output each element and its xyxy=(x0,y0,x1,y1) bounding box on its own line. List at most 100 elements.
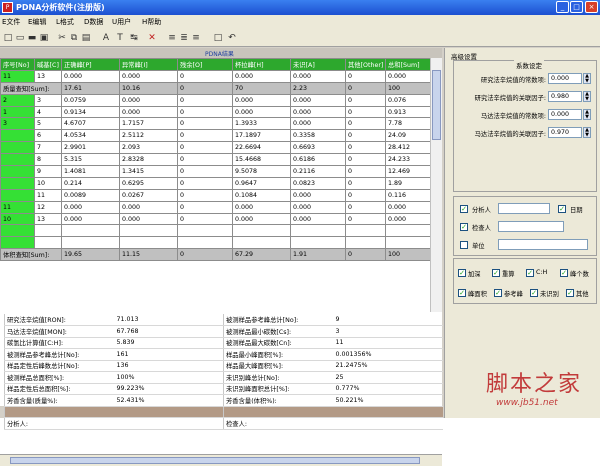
table-cell[interactable]: 17.61 xyxy=(61,81,120,95)
delete-icon[interactable]: ✕ xyxy=(146,32,158,44)
table-cell[interactable]: 4 xyxy=(34,105,62,119)
table-cell[interactable]: 13 xyxy=(34,69,62,83)
table-cell[interactable]: 19.65 xyxy=(61,248,120,262)
unit-input[interactable] xyxy=(498,239,588,250)
table-cell[interactable]: 1.3415 xyxy=(119,165,178,178)
table-cell[interactable] xyxy=(385,236,430,250)
table-cell[interactable]: 2.5112 xyxy=(119,129,178,143)
table-cell[interactable]: 0 xyxy=(345,153,386,167)
table-cell[interactable]: 0.6186 xyxy=(290,153,346,167)
column-header[interactable]: 正确峰[P] xyxy=(61,58,120,71)
table-row[interactable]: 2 3 0.0759 0.000 0 0.000 0.000 0 0.076 xyxy=(0,93,430,107)
table-cell[interactable] xyxy=(232,236,291,250)
table-cell[interactable]: 0 xyxy=(345,165,386,178)
column-header[interactable]: 总和[Sum] xyxy=(385,58,430,71)
table-cell[interactable]: 2.093 xyxy=(119,141,178,155)
copy-icon[interactable]: ⧉ xyxy=(68,32,80,44)
table-row[interactable]: 11 13 0.000 0.000 0 0.000 0.000 0 0.000 xyxy=(0,69,430,83)
table-cell[interactable]: 0 xyxy=(345,176,386,190)
table-cell[interactable]: 0 xyxy=(345,81,386,95)
row-header-cell[interactable] xyxy=(0,141,35,155)
table-cell[interactable]: 0.0089 xyxy=(61,188,120,202)
table-cell[interactable]: 0 xyxy=(345,141,386,155)
table-cell[interactable]: 0.0823 xyxy=(290,176,346,190)
table-cell[interactable]: 0.000 xyxy=(119,200,178,214)
table-cell[interactable]: 0.000 xyxy=(385,200,430,214)
table-cell[interactable]: 0 xyxy=(177,176,233,190)
option-checkbox[interactable]: ✓ xyxy=(492,269,500,277)
save-icon[interactable]: ▬ xyxy=(26,32,38,44)
minimize-button[interactable]: _ xyxy=(556,1,569,13)
table-cell[interactable] xyxy=(34,236,62,250)
scroll-thumb[interactable] xyxy=(10,457,420,464)
table-cell[interactable] xyxy=(290,236,346,250)
table-row[interactable]: 6 4.0534 2.5112 0 17.1897 0.3358 0 24.09 xyxy=(0,129,430,143)
table-cell[interactable]: 24.233 xyxy=(385,153,430,167)
table-cell[interactable]: 0 xyxy=(345,93,386,107)
menu-help[interactable]: H帮助 xyxy=(142,17,161,27)
table-cell[interactable]: 0 xyxy=(345,117,386,131)
column-header[interactable]: 序号[No] xyxy=(0,58,35,71)
horizontal-scrollbar[interactable] xyxy=(0,454,442,466)
mon-constant-input[interactable]: 0.000 xyxy=(548,109,582,120)
table-cell[interactable]: 10.16 xyxy=(119,81,178,95)
table-cell[interactable]: 4.6707 xyxy=(61,117,120,131)
table-cell[interactable]: 0.000 xyxy=(119,69,178,83)
table-cell[interactable]: 0 xyxy=(177,212,233,226)
table-cell[interactable] xyxy=(61,236,120,250)
spin-button[interactable]: ▲ ▼ xyxy=(583,73,591,84)
menu-format[interactable]: L格式 xyxy=(56,17,74,27)
table-cell[interactable]: 0.000 xyxy=(119,93,178,107)
row-header-cell[interactable]: 1 xyxy=(0,105,35,119)
table-cell[interactable]: 0 xyxy=(177,105,233,119)
date-checkbox[interactable]: ✓ xyxy=(558,205,566,213)
table-cell[interactable]: 4.0534 xyxy=(61,129,120,143)
table-cell[interactable]: 0 xyxy=(177,188,233,202)
option-checkbox[interactable]: ✓ xyxy=(526,269,534,277)
table-cell[interactable]: 100 xyxy=(385,248,430,262)
row-header-cell[interactable]: 3 xyxy=(0,117,35,131)
table-cell[interactable]: 0 xyxy=(177,93,233,107)
table-cell[interactable]: 100 xyxy=(385,81,430,95)
row-header-cell[interactable]: 11 xyxy=(0,69,35,83)
ron-factor-input[interactable]: 0.980 xyxy=(548,91,582,102)
table-cell[interactable]: 0.913 xyxy=(385,105,430,119)
table-cell[interactable]: 0 xyxy=(177,165,233,178)
sum-row[interactable]: 体积查知[Sum]: 19.65 11.15 0 67.29 1.91 0 100 xyxy=(0,248,430,262)
table-row[interactable] xyxy=(0,236,430,250)
table-cell[interactable]: 0 xyxy=(177,153,233,167)
table-cell[interactable] xyxy=(385,224,430,238)
table-cell[interactable] xyxy=(61,224,120,238)
table-cell[interactable]: 0.000 xyxy=(61,212,120,226)
table-cell[interactable]: 8 xyxy=(34,153,62,167)
table-cell[interactable]: 0 xyxy=(177,141,233,155)
spin-button[interactable]: ▲ ▼ xyxy=(583,109,591,120)
option-checkbox[interactable]: ✓ xyxy=(458,289,466,297)
table-cell[interactable]: 0.000 xyxy=(290,105,346,119)
row-header-cell[interactable]: 体积查知[Sum]: xyxy=(0,248,62,262)
option-checkbox[interactable]: ✓ xyxy=(530,289,538,297)
table-cell[interactable]: 5 xyxy=(34,117,62,131)
table-row[interactable]: 11 12 0.000 0.000 0 0.000 0.000 0 0.000 xyxy=(0,200,430,214)
menu-data[interactable]: D数据 xyxy=(84,17,103,27)
table-cell[interactable]: 2.9901 xyxy=(61,141,120,155)
column-header[interactable]: 杯拉峰[H] xyxy=(232,58,291,71)
font-icon[interactable]: A xyxy=(100,32,112,44)
table-cell[interactable]: 28.412 xyxy=(385,141,430,155)
table-cell[interactable] xyxy=(34,224,62,238)
row-header-cell[interactable] xyxy=(0,165,35,178)
table-cell[interactable] xyxy=(290,224,346,238)
row-header-cell[interactable]: 11 xyxy=(0,200,35,214)
table-cell[interactable]: 0.6295 xyxy=(119,176,178,190)
table-cell[interactable]: 0 xyxy=(345,200,386,214)
replace-icon[interactable]: ↹ xyxy=(128,32,140,44)
table-cell[interactable]: 9.5078 xyxy=(232,165,291,178)
table-cell[interactable]: 0.000 xyxy=(290,200,346,214)
table-cell[interactable]: 24.09 xyxy=(385,129,430,143)
table-cell[interactable]: 0.0267 xyxy=(119,188,178,202)
open-folder-icon[interactable]: ▭ xyxy=(14,32,26,44)
table-row[interactable]: 7 2.9901 2.093 0 22.6694 0.6693 0 28.412 xyxy=(0,141,430,155)
table-cell[interactable]: 0.000 xyxy=(119,105,178,119)
align-center-icon[interactable]: ≣ xyxy=(178,32,190,44)
table-cell[interactable]: 0.000 xyxy=(119,212,178,226)
